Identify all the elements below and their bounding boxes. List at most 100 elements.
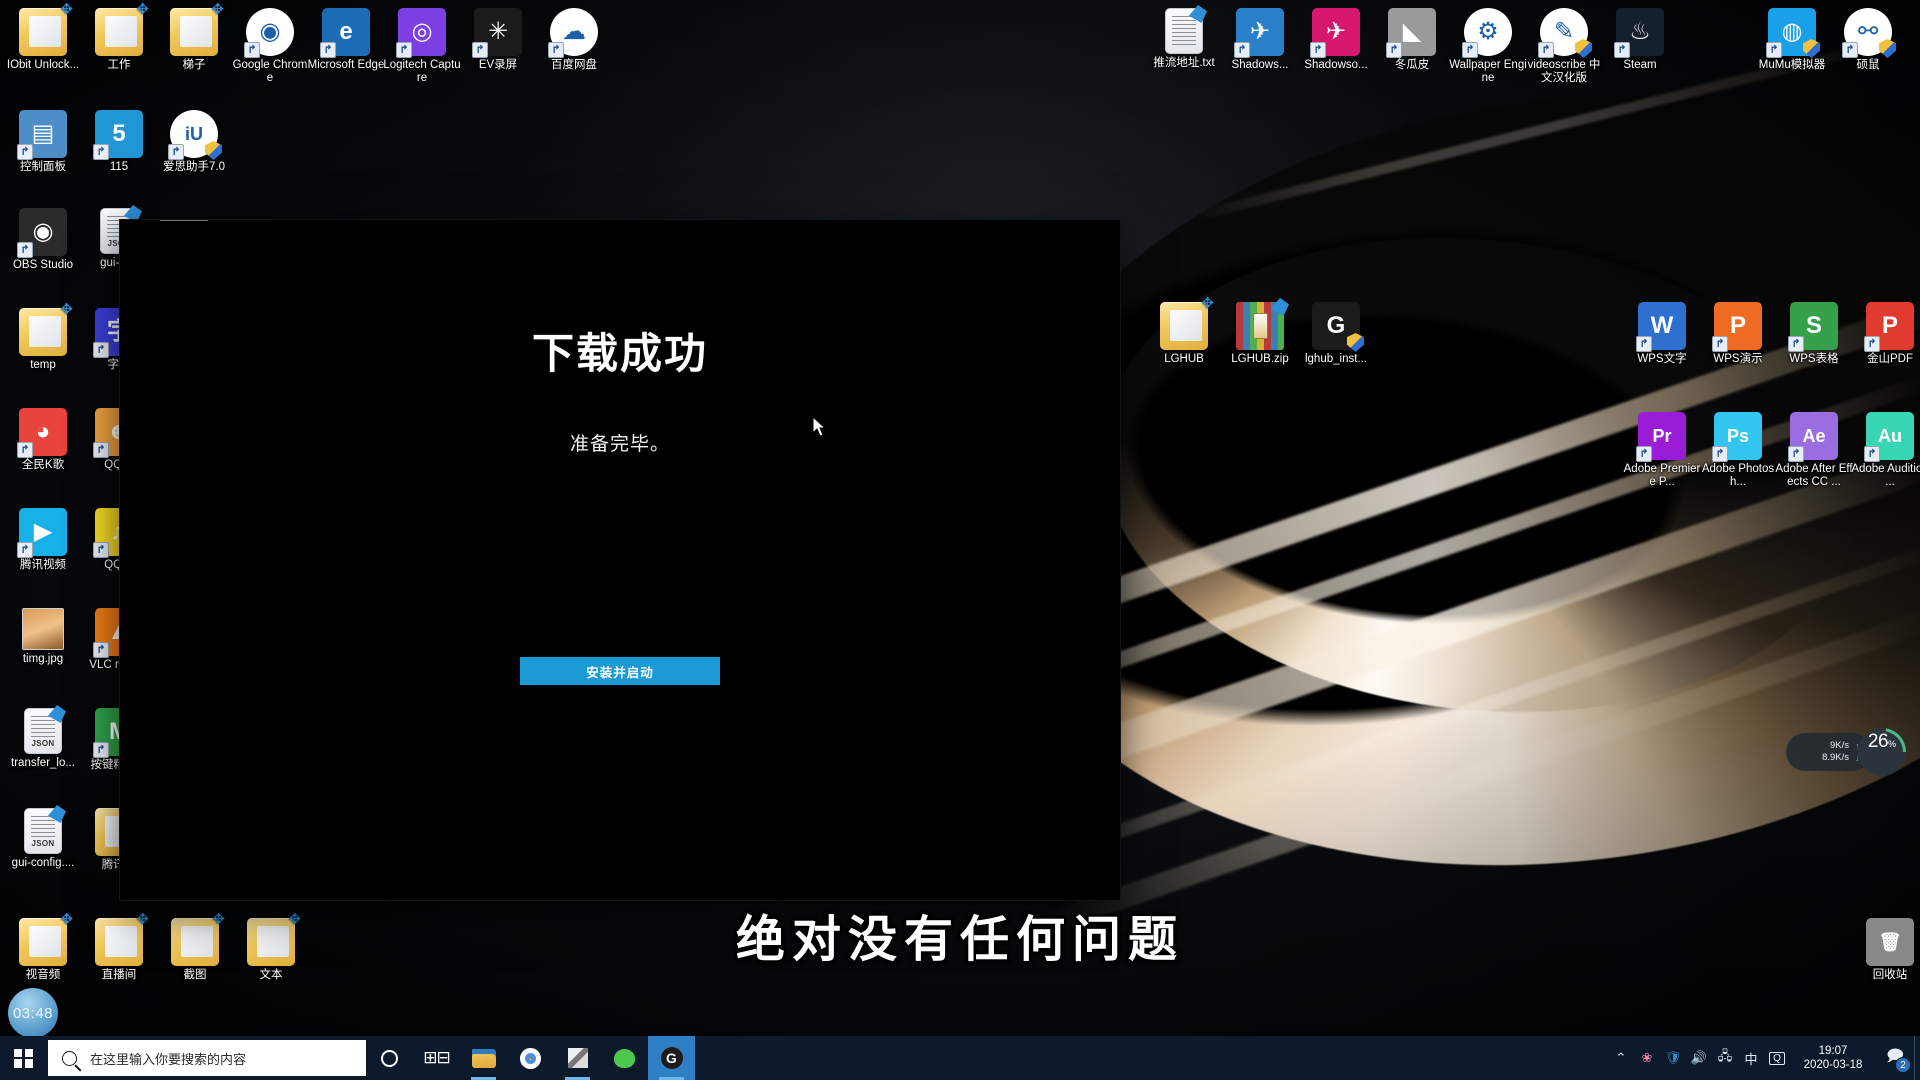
desktop-icon-label: 金山PDF	[1867, 353, 1913, 365]
taskbar-button-logitech-ghub[interactable]: G	[648, 1036, 695, 1080]
desktop-icon-label: LGHUB.zip	[1231, 353, 1289, 365]
desktop-icon-label: 梯子	[182, 59, 206, 71]
desktop-icon-label: gui-config....	[11, 857, 75, 869]
desktop-icon-label: WPS演示	[1713, 353, 1763, 365]
wallpaper-engine-icon: ⚙	[1462, 8, 1512, 58]
tray-icon-sakura-frp[interactable]: ❀	[1634, 1036, 1660, 1080]
desktop-icon-videoscribe[interactable]: ✎ videoscribe 中文汉化版	[1525, 8, 1603, 85]
desktop-icon-steam[interactable]: ♨ Steam	[1601, 8, 1679, 72]
desktop-icon-kugou-bird[interactable]: ◕ 全民K歌	[4, 408, 82, 472]
show-desktop-button[interactable]	[1914, 1036, 1920, 1080]
json-file-icon: JSON	[24, 805, 66, 854]
adobe-premiere-icon: Pr	[1636, 412, 1686, 462]
cpu-usage-value: 26	[1867, 731, 1889, 752]
desktop-icon-ev-recorder[interactable]: ✳ EV录屏	[459, 8, 537, 72]
taskbar-buttons: ⊞⊟ G	[366, 1036, 695, 1080]
desktop-icon-115[interactable]: 5 115	[80, 110, 158, 174]
desktop-icon-folder[interactable]: ✥ IObit Unlock...	[4, 2, 82, 72]
aisi-assistant-icon: iU	[168, 110, 222, 160]
desktop-icon-baidu-netdisk[interactable]: ☁ 百度网盘	[535, 8, 613, 72]
taskbar-button-task-view[interactable]: ⊞⊟	[413, 1036, 460, 1080]
tray-icon-ime-panel[interactable]: Q	[1764, 1036, 1790, 1080]
desktop-icon-adobe-audition[interactable]: Au Adobe Audition ...	[1851, 412, 1920, 489]
taskbar-button-chrome[interactable]	[507, 1036, 554, 1080]
desktop-icon-wallpaper-engine[interactable]: ⚙ Wallpaper Engine	[1449, 8, 1527, 85]
taskbar-button-cortana[interactable]	[366, 1036, 413, 1080]
tray-icon-show-hidden-icons[interactable]: ⌃	[1608, 1036, 1634, 1080]
folder-icon: ✥	[1160, 296, 1214, 350]
desktop-icon-json-file[interactable]: JSON gui-config....	[4, 805, 82, 870]
desktop-icon-folder[interactable]: ✥ 工作	[80, 2, 158, 72]
desktop-icon-adobe-after-effects[interactable]: Ae Adobe After Effects CC ...	[1775, 412, 1853, 489]
desktop-icon-control-panel[interactable]: ▤ 控制面板	[4, 110, 82, 174]
shadowsocks-icon: ✈	[1234, 8, 1284, 58]
desktop-icon-shuoshu[interactable]: ⚯ 硕鼠	[1829, 8, 1907, 72]
desktop-icon-label: 控制面板	[20, 161, 66, 173]
adobe-audition-icon: Au	[1864, 412, 1914, 462]
search-input[interactable]: 在这里输入你要搜索的内容	[48, 1040, 366, 1076]
desktop-icon-label: 冬瓜皮	[1394, 59, 1430, 71]
tray-icon-ime-chinese[interactable]: 中	[1738, 1036, 1764, 1080]
desktop-icon-shadowsocks[interactable]: ✈ Shadows...	[1221, 8, 1299, 72]
desktop-icon-folder[interactable]: ✥ temp	[4, 302, 82, 372]
sakura-frp-glyph: ❀	[1641, 1050, 1653, 1065]
desktop-clock-bubble[interactable]: 03:48	[8, 988, 58, 1038]
desktop-icon-label: videoscribe 中文汉化版	[1527, 59, 1601, 84]
tray-icon-network[interactable]: 🖧	[1712, 1036, 1738, 1080]
desktop-icon-label: 腾讯视频	[20, 559, 66, 571]
folder-icon: ✥	[19, 2, 73, 56]
logitech-capture-icon: ◎	[396, 8, 446, 58]
taskbar-button-dongguapi[interactable]	[554, 1036, 601, 1080]
desktop-icon-tencent-video[interactable]: ▶ 腾讯视频	[4, 508, 82, 572]
desktop-icon-folder[interactable]: ✥ 梯子	[155, 2, 233, 72]
desktop-icon-kingsoft-pdf[interactable]: P 金山PDF	[1851, 302, 1920, 366]
desktop-icon-winrar-archive[interactable]: LGHUB.zip	[1221, 298, 1299, 366]
desktop-icon-label: Steam	[1623, 59, 1657, 71]
desktop-icon-shadowsocksr[interactable]: ✈ Shadowso...	[1297, 8, 1375, 72]
ev-recorder-icon: ✳	[472, 8, 522, 58]
desktop-icon-image-file[interactable]: timg.jpg	[4, 608, 82, 666]
desktop-icon-wps-spreadsheet[interactable]: S WPS表格	[1775, 302, 1853, 366]
desktop-icon-aisi-assistant[interactable]: iU 爱思助手7.0	[155, 110, 233, 174]
mumu-emulator-icon: ◍	[1766, 8, 1820, 58]
logitech-ghub-icon: G	[660, 1047, 683, 1069]
network-glyph: 🖧	[1717, 1048, 1733, 1063]
search-icon	[62, 1050, 77, 1066]
desktop-icon-label: 115	[109, 161, 129, 173]
cpu-usage-ring: 26 %	[1858, 728, 1906, 776]
desktop-icon-edge[interactable]: e Microsoft Edge	[307, 8, 385, 72]
desktop-icon-dongguapi[interactable]: ◣ 冬瓜皮	[1373, 8, 1451, 72]
show-hidden-icons-glyph: ⌃	[1615, 1050, 1627, 1065]
system-tray: ⌃ ❀ 🛡 🔊 🖧 中 Q 19:07 2020-03-18 🗩 2	[1608, 1036, 1920, 1080]
folder-icon: ✥	[19, 302, 73, 356]
desktop-icon-obs-studio[interactable]: ◉ OBS Studio	[4, 208, 82, 272]
desktop-icon-wps-writer[interactable]: W WPS文字	[1623, 302, 1701, 366]
desktop-icon-text-file[interactable]: 推流地址.txt	[1145, 5, 1223, 70]
desktop-icon-folder[interactable]: ✥ LGHUB	[1145, 296, 1223, 366]
desktop-icon-adobe-premiere[interactable]: Pr Adobe Premiere P...	[1623, 412, 1701, 489]
desktop-icon-json-file[interactable]: JSON transfer_lo...	[4, 705, 82, 770]
cortana-circle-icon	[381, 1049, 398, 1067]
desktop-icon-mumu-emulator[interactable]: ◍ MuMu模拟器	[1753, 8, 1831, 72]
taskbar-clock[interactable]: 19:07 2020-03-18	[1790, 1044, 1876, 1072]
windows-logo-icon	[14, 1048, 33, 1068]
install-and-launch-button[interactable]: 安装并启动	[520, 657, 720, 685]
notification-center-button[interactable]: 🗩 2	[1876, 1036, 1914, 1080]
network-speed-widget[interactable]: 9K/s ↑ 8.9K/s ↓ 26 %	[1786, 728, 1906, 776]
ghub-installer-window[interactable]: 下载成功 准备完毕。 安装并启动	[120, 220, 1120, 900]
desktop-icon-logitech-capture[interactable]: ◎ Logitech Capture	[383, 8, 461, 85]
clock-time: 19:07	[1818, 1045, 1848, 1057]
tray-icon-security-shield[interactable]: 🛡	[1660, 1036, 1686, 1080]
desktop-icon-label: Shadows...	[1231, 59, 1289, 71]
taskbar-button-file-explorer[interactable]	[460, 1036, 507, 1080]
desktop-icon-logitech-ghub-installer[interactable]: G lghub_inst...	[1297, 302, 1375, 366]
desktop-icon-label: Adobe Premiere P...	[1623, 463, 1701, 488]
start-button[interactable]	[0, 1036, 47, 1080]
desktop-icon-label: temp	[30, 359, 56, 371]
desktop-icon-label: WPS表格	[1789, 353, 1839, 365]
desktop-icon-chrome[interactable]: ◉ Google Chrome	[231, 8, 309, 85]
tray-icon-volume[interactable]: 🔊	[1686, 1036, 1712, 1080]
taskbar-button-wechat[interactable]	[601, 1036, 648, 1080]
desktop-icon-wps-presentation[interactable]: P WPS演示	[1699, 302, 1777, 366]
desktop-icon-adobe-photoshop[interactable]: Ps Adobe Photosh...	[1699, 412, 1777, 489]
